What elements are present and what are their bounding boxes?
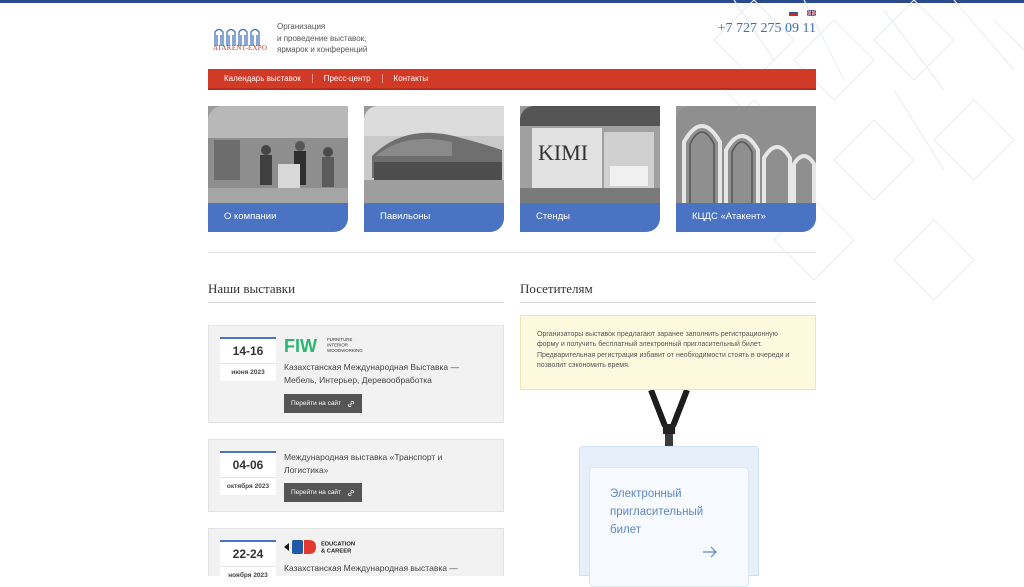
link-icon	[347, 400, 355, 407]
visitors-heading: Посетителям	[520, 281, 816, 303]
flag-uk-icon[interactable]	[807, 10, 816, 16]
language-switcher	[789, 10, 816, 16]
tagline-line: ярмарок и конференций	[277, 45, 368, 54]
header-tagline: Организация и проведение выставок, ярмар…	[277, 21, 397, 56]
date-month: июня 2023	[231, 369, 265, 376]
logo-text: ATAKENT-EXPO	[213, 44, 268, 52]
date-days: 04-06	[220, 453, 276, 478]
main-nav: Календарь выставок Пресс-центр Контакты	[208, 69, 816, 90]
fiw-logo[interactable]: FIW FURNITURE INTERIOR WOODWORKING	[284, 336, 374, 354]
svg-text:INTERIOR: INTERIOR	[327, 343, 348, 348]
button-label: Перейти на сайт	[291, 489, 342, 496]
ticket-card: Электронный пригласительный билет	[579, 446, 759, 587]
tile-label: Павильоны	[364, 203, 504, 232]
svg-text:FIW: FIW	[284, 336, 317, 354]
exhibition-title[interactable]: Казахстанская Международная выставка —	[284, 562, 484, 575]
tile-pavilions-image	[364, 106, 504, 203]
svg-text:WOODWORKING: WOODWORKING	[327, 348, 363, 353]
svg-text:KIMI: KIMI	[538, 140, 588, 165]
svg-text:FURNITURE: FURNITURE	[327, 337, 352, 342]
education-career-logo[interactable]: EDUCATION & CAREER	[284, 539, 374, 555]
visit-site-button[interactable]: Перейти на сайт	[284, 483, 363, 502]
date-badge: 14-16 июня 2023	[220, 337, 276, 381]
date-days: 22-24	[220, 542, 276, 567]
flag-ru-icon[interactable]	[789, 10, 798, 16]
date-month: октября 2023	[226, 483, 270, 490]
nav-item-calendar[interactable]: Календарь выставок	[224, 74, 313, 83]
svg-text:& CAREER: & CAREER	[321, 549, 352, 555]
button-label: Перейти на сайт	[291, 400, 342, 407]
exhibition-card: 04-06 октября 2023 Международная выставк…	[208, 439, 504, 512]
tile-about-image	[208, 106, 348, 203]
exhibition-card: 22-24 ноября 2023 EDUCATION & CAREER Каз…	[208, 528, 504, 584]
tile-kcds[interactable]: КЦДС «Атакент»	[676, 106, 816, 232]
tile-label: КЦДС «Атакент»	[676, 203, 816, 232]
e-ticket-banner[interactable]: Электронный пригласительный билет	[579, 390, 759, 587]
page-container: ATAKENT-EXPO Организация и проведение вы…	[208, 0, 816, 587]
nav-item-press[interactable]: Пресс-центр	[324, 74, 383, 83]
date-badge: 22-24 ноября 2023	[220, 540, 276, 584]
registration-notice: Организаторы выставок предлагают заранее…	[520, 315, 816, 390]
tile-kcds-image	[676, 106, 816, 203]
visit-site-button[interactable]: Перейти на сайт	[284, 394, 363, 413]
nav-item-contacts[interactable]: Контакты	[394, 74, 440, 83]
tile-pavilions[interactable]: Павильоны	[364, 106, 504, 232]
tile-label: О компании	[208, 203, 348, 232]
link-icon	[347, 489, 355, 496]
tile-stands-image: KIMI	[520, 106, 660, 203]
ticket-text: Электронный пригласительный билет	[610, 488, 704, 536]
arrow-right-icon	[703, 546, 717, 558]
tile-about[interactable]: О компании	[208, 106, 348, 232]
exhibition-title[interactable]: Международная выставка «Транспорт и Логи…	[284, 451, 484, 476]
tagline-line: и проведение выставок,	[277, 33, 367, 43]
date-days: 14-16	[220, 339, 276, 364]
date-badge: 04-06 октября 2023	[220, 451, 276, 495]
exhibition-title[interactable]: Казахстанская Международная Выставка — М…	[284, 361, 484, 386]
tagline-line: Организация	[277, 22, 326, 31]
tile-stands[interactable]: KIMI Стенды	[520, 106, 660, 232]
ticket-inner: Электронный пригласительный билет	[589, 467, 749, 587]
svg-text:EDUCATION: EDUCATION	[321, 542, 355, 548]
exhibitions-heading: Наши выставки	[208, 281, 504, 303]
phone-number[interactable]: +7 727 275 09 11	[718, 21, 816, 37]
exhibition-card: 14-16 июня 2023 FIW FURNITURE INTERIOR W…	[208, 325, 504, 423]
section-divider	[208, 252, 816, 253]
tile-label: Стенды	[520, 203, 660, 232]
